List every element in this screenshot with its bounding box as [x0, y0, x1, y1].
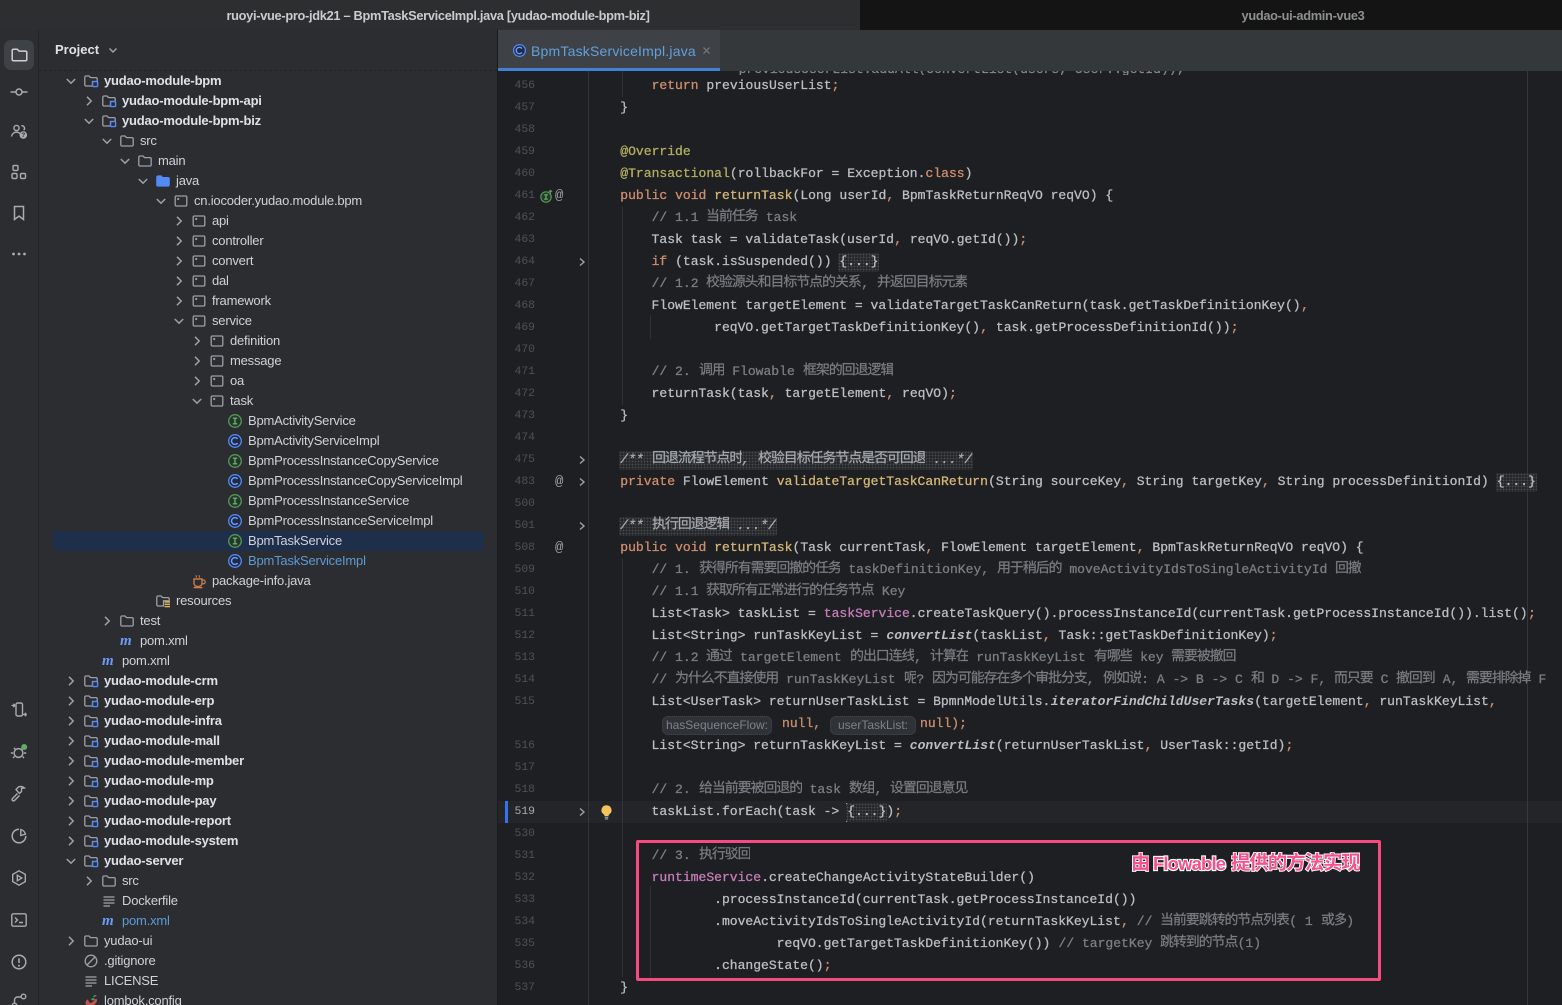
svg-text:?: ? — [21, 132, 25, 139]
svg-text:Flowable: Flowable — [1153, 853, 1226, 874]
